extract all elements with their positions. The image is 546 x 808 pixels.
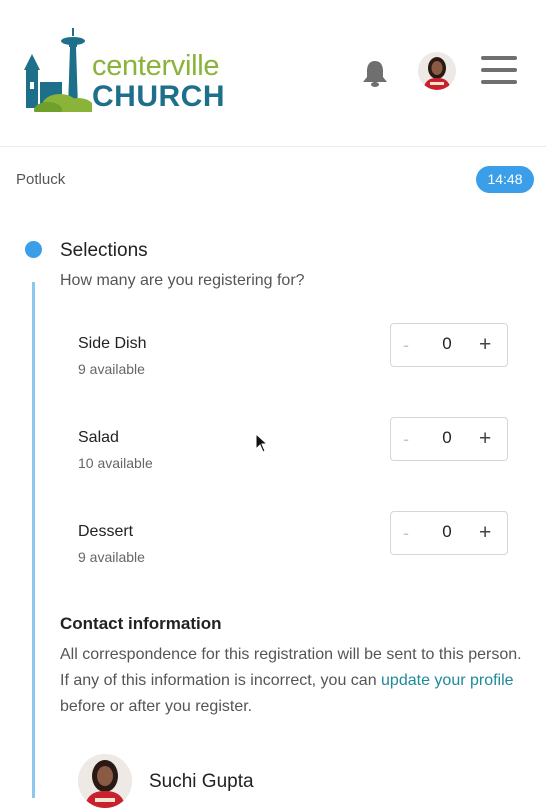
selections-heading: Selections: [60, 240, 148, 261]
app-header: centerville CHURCH: [0, 0, 546, 147]
list-item-dessert: Dessert 9 available - 0 +: [78, 511, 518, 583]
quantity-stepper: - 0 +: [390, 417, 508, 461]
contact-info-heading: Contact information: [60, 614, 222, 633]
decrement-button[interactable]: -: [403, 335, 409, 356]
quantity-value[interactable]: 0: [435, 522, 459, 542]
bell-icon[interactable]: [360, 58, 390, 88]
logo-text-bottom: CHURCH: [92, 80, 225, 113]
quantity-stepper: - 0 +: [390, 323, 508, 367]
contact-info-description: All correspondence for this registration…: [60, 642, 530, 720]
selections-subtitle: How many are you registering for?: [60, 272, 305, 289]
step-progress-line: [32, 282, 35, 798]
quantity-value[interactable]: 0: [435, 334, 459, 354]
list-item-salad: Salad 10 available - 0 +: [78, 417, 518, 489]
contact-person-name: Suchi Gupta: [149, 771, 254, 792]
step-indicator-dot: [25, 241, 42, 258]
contact-text-after: before or after you register.: [60, 698, 253, 715]
church-skyline-icon: [24, 28, 92, 112]
increment-button[interactable]: +: [479, 521, 491, 545]
increment-button[interactable]: +: [479, 427, 491, 451]
quantity-value[interactable]: 0: [435, 428, 459, 448]
menu-bar: [481, 68, 517, 72]
item-name: Side Dish: [78, 335, 147, 352]
item-availability: 9 available: [78, 549, 145, 565]
event-title: Potluck: [16, 171, 66, 188]
quantity-stepper: - 0 +: [390, 511, 508, 555]
item-availability: 10 available: [78, 455, 153, 471]
list-item-side-dish: Side Dish 9 available - 0 +: [78, 323, 518, 395]
profile-avatar[interactable]: [418, 52, 456, 90]
hamburger-menu-icon[interactable]: [481, 56, 517, 86]
increment-button[interactable]: +: [479, 333, 491, 357]
update-profile-link[interactable]: update your profile: [381, 672, 514, 689]
item-name: Salad: [78, 429, 119, 446]
item-availability: 9 available: [78, 361, 145, 377]
menu-bar: [481, 80, 517, 84]
item-name: Dessert: [78, 523, 134, 540]
registration-timer-badge: 14:48: [476, 166, 534, 193]
church-logo[interactable]: centerville CHURCH: [22, 24, 232, 113]
menu-bar: [481, 56, 517, 60]
decrement-button[interactable]: -: [403, 429, 409, 450]
mouse-cursor-icon: [255, 433, 269, 453]
logo-text-top: centerville: [92, 50, 220, 82]
decrement-button[interactable]: -: [403, 523, 409, 544]
event-bar: Potluck 14:48: [0, 160, 546, 200]
contact-avatar: [78, 754, 132, 808]
